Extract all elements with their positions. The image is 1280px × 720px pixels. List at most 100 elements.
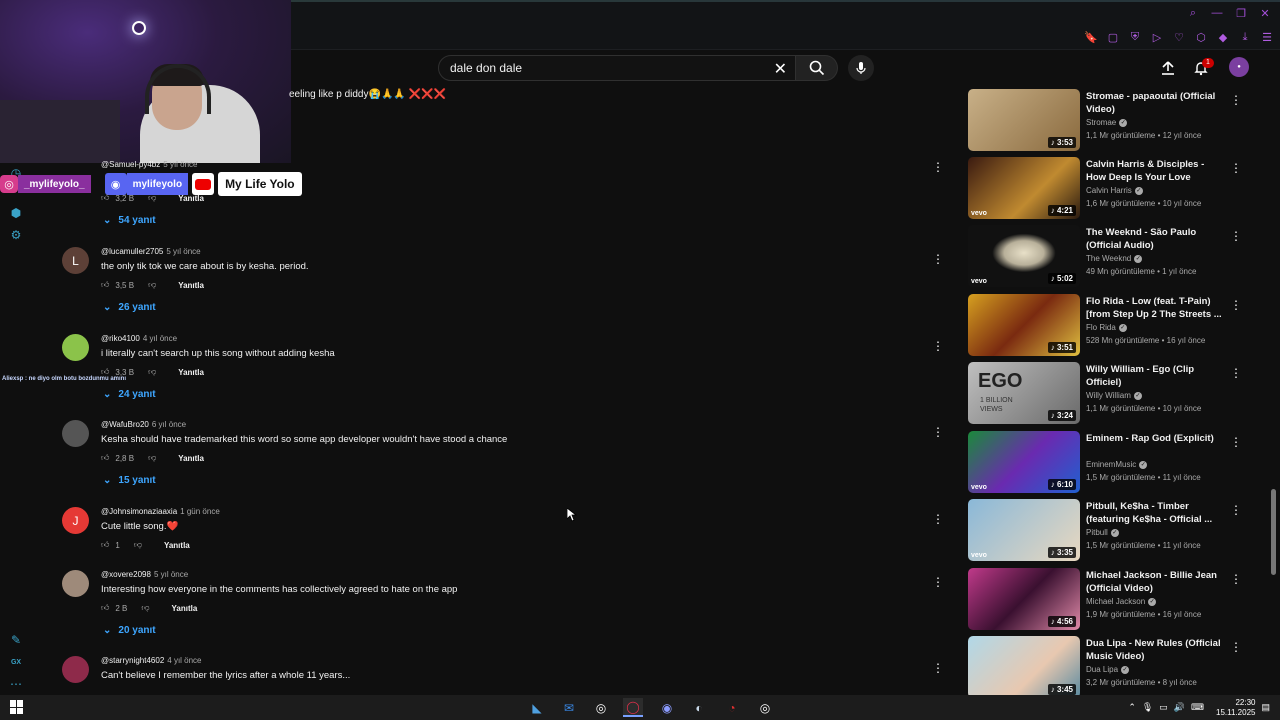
video-thumbnail[interactable]: vevo ♪ 3:35 (968, 499, 1080, 561)
page-scrollbar[interactable] (1271, 489, 1276, 575)
snapshot-icon[interactable]: ▢ (1106, 30, 1120, 44)
recommended-video[interactable]: EGO 1 BILLION VIEWS ♪ 3:24 Willy William… (968, 362, 1242, 424)
view-replies-button[interactable]: ⌄ 24 yanıt (103, 389, 156, 400)
video-title[interactable]: Willy William - Ego (Clip Officiel) (1086, 363, 1224, 389)
cube-icon[interactable]: ⬢ (8, 205, 24, 221)
play-icon[interactable]: ▷ (1150, 30, 1164, 44)
clear-search-icon[interactable]: ✕ (774, 59, 787, 79)
video-channel[interactable]: Stromae ✓ (1086, 118, 1128, 127)
like-button[interactable]: 👍︎ 3,2 B (101, 193, 134, 203)
comment-author[interactable]: @lucamuller2705 (101, 247, 163, 256)
video-thumbnail[interactable]: vevo ♪ 6:10 (968, 431, 1080, 493)
video-title[interactable]: Michael Jackson - Billie Jean (Official … (1086, 569, 1224, 595)
recommended-video[interactable]: ♪ 3:53 Stromae - papaoutai (Official Vid… (968, 89, 1242, 151)
heart-icon[interactable]: ♡ (1172, 30, 1186, 44)
tray-volume-icon[interactable]: 🔊 (1174, 702, 1185, 713)
view-replies-button[interactable]: ⌄ 20 yanıt (103, 625, 156, 636)
restore-icon[interactable]: ❐ (1234, 6, 1248, 20)
comment-more-icon[interactable]: ⋮ (932, 339, 944, 353)
dislike-button[interactable]: 👎︎ (141, 603, 149, 613)
reply-button[interactable]: Yanıtla (164, 541, 190, 550)
dislike-button[interactable]: 👎︎ (148, 453, 156, 463)
video-channel[interactable]: Dua Lipa ✓ (1086, 665, 1130, 674)
comment-more-icon[interactable]: ⋮ (932, 160, 944, 174)
video-channel[interactable]: Flo Rida ✓ (1086, 323, 1127, 332)
video-title[interactable]: Flo Rida - Low (feat. T-Pain) [from Step… (1086, 295, 1224, 321)
video-channel[interactable]: Michael Jackson ✓ (1086, 597, 1157, 606)
comment-author[interactable]: @Samuel-py4bz (101, 160, 160, 169)
comment-author[interactable]: @xovere2098 (101, 570, 151, 579)
taskbar-app-obs2-icon[interactable]: ◎ (755, 698, 775, 717)
video-thumbnail[interactable]: ♪ 4:56 (968, 568, 1080, 630)
video-channel[interactable]: Calvin Harris ✓ (1086, 186, 1143, 195)
notification-center-icon[interactable]: ▤ (1261, 702, 1270, 713)
reply-button[interactable]: Yanıtla (178, 368, 204, 377)
comment-author[interactable]: @Johnsimonaziaaxia (101, 507, 177, 516)
like-button[interactable]: 👍︎ 3,3 B (101, 367, 134, 377)
recommended-video[interactable]: ♪ 4:56 Michael Jackson - Billie Jean (Of… (968, 568, 1242, 630)
video-more-icon[interactable]: ⋮ (1230, 503, 1242, 517)
recommended-video[interactable]: vevo ♪ 5:02 The Weeknd - São Paulo (Offi… (968, 225, 1242, 287)
recommended-video[interactable]: vevo ♪ 6:10 Eminem - Rap God (Explicit) … (968, 431, 1242, 493)
taskbar-app-discord-icon[interactable]: ◉ (657, 698, 677, 717)
taskbar-app-outlook-icon[interactable]: ✉ (559, 698, 579, 717)
video-channel[interactable]: Pitbull ✓ (1086, 528, 1119, 537)
account-avatar[interactable]: ● (1229, 57, 1249, 77)
comment-author[interactable]: @riko4100 (101, 334, 140, 343)
comment-avatar[interactable] (62, 656, 89, 683)
reply-button[interactable]: Yanıtla (172, 604, 198, 613)
view-replies-button[interactable]: ⌄ 15 yanıt (103, 475, 156, 486)
taskbar-clock[interactable]: 22:30 15.11.2025 (1216, 698, 1255, 718)
video-thumbnail[interactable]: vevo ♪ 4:21 (968, 157, 1080, 219)
comment-author[interactable]: @WafuBro20 (101, 420, 149, 429)
comment-time[interactable]: 4 yıl önce (167, 656, 201, 665)
like-button[interactable]: 👍︎ 1 (101, 540, 120, 550)
recommended-video[interactable]: ♪ 3:45 Dua Lipa - New Rules (Official Mu… (968, 636, 1242, 698)
comment-avatar[interactable] (62, 420, 89, 447)
close-icon[interactable]: ✕ (1258, 6, 1272, 20)
comment-avatar[interactable] (62, 570, 89, 597)
video-more-icon[interactable]: ⋮ (1230, 366, 1242, 380)
extensions-icon[interactable]: ⬡ (1194, 30, 1208, 44)
tray-language-icon[interactable]: ⌨ (1191, 702, 1204, 713)
video-more-icon[interactable]: ⋮ (1230, 161, 1242, 175)
comment-more-icon[interactable]: ⋮ (932, 575, 944, 589)
video-more-icon[interactable]: ⋮ (1230, 435, 1242, 449)
video-more-icon[interactable]: ⋮ (1230, 229, 1242, 243)
like-button[interactable]: 👍︎ 2,8 B (101, 453, 134, 463)
comment-time[interactable]: 1 gün önce (180, 507, 220, 516)
comment-more-icon[interactable]: ⋮ (932, 252, 944, 266)
comment-avatar[interactable] (62, 334, 89, 361)
video-title[interactable]: Pitbull, Ke$ha - Timber (featuring Ke$ha… (1086, 500, 1224, 526)
view-replies-button[interactable]: ⌄ 54 yanıt (103, 215, 156, 226)
taskbar-app-valorant-icon[interactable]: ◔ (722, 698, 742, 717)
video-title[interactable]: The Weeknd - São Paulo (Official Audio) (1086, 226, 1224, 252)
video-more-icon[interactable]: ⋮ (1230, 572, 1242, 586)
taskbar-app-streamlabs-icon[interactable]: ◣ (527, 698, 547, 717)
like-button[interactable]: 👍︎ 2 B (101, 603, 127, 613)
search-button[interactable] (796, 55, 838, 81)
video-more-icon[interactable]: ⋮ (1230, 640, 1242, 654)
pin-icon[interactable]: ✎ (8, 632, 24, 648)
video-title[interactable]: Dua Lipa - New Rules (Official Music Vid… (1086, 637, 1224, 663)
comment-author[interactable]: @starrynight4602 (101, 656, 164, 665)
video-channel[interactable]: The Weeknd ✓ (1086, 254, 1143, 263)
video-thumbnail[interactable]: ♪ 3:45 (968, 636, 1080, 698)
voice-search-button[interactable] (848, 55, 874, 81)
windows-start-icon[interactable] (10, 700, 24, 714)
comment-more-icon[interactable]: ⋮ (932, 512, 944, 526)
video-thumbnail[interactable]: ♪ 3:51 (968, 294, 1080, 356)
video-title[interactable]: Calvin Harris & Disciples - How Deep Is … (1086, 158, 1224, 184)
tray-network-icon[interactable]: ▭ (1159, 702, 1168, 713)
dislike-button[interactable]: 👎︎ (148, 280, 156, 290)
download-icon[interactable]: ⤓ (1238, 30, 1252, 44)
taskbar-app-steam-icon[interactable]: ◐ (689, 698, 709, 717)
profile-icon[interactable]: ◆ (1216, 30, 1230, 44)
video-thumbnail[interactable]: ♪ 3:53 (968, 89, 1080, 151)
upload-button[interactable] (1158, 58, 1178, 78)
comment-time[interactable]: 5 yıl önce (163, 160, 197, 169)
taskbar-app-operagx-icon[interactable]: ◯ (623, 698, 643, 717)
gx-icon[interactable]: GX (8, 654, 24, 670)
view-replies-button[interactable]: ⌄ 26 yanıt (103, 302, 156, 313)
video-channel[interactable]: Willy William ✓ (1086, 391, 1142, 400)
